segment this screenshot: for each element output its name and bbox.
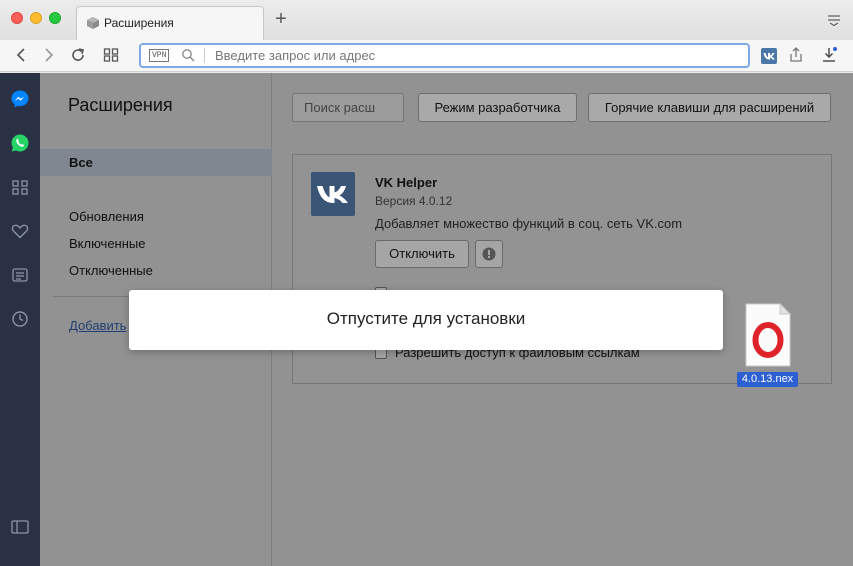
file-name-label: 4.0.13.nex [737, 372, 798, 387]
warning-icon [482, 247, 496, 261]
sidebar [0, 73, 40, 566]
vk-logo-icon [317, 186, 348, 204]
messenger-icon[interactable] [10, 89, 30, 109]
nav-item-enabled[interactable]: Включенные [69, 236, 146, 251]
share-icon[interactable] [787, 46, 805, 64]
tab-extensions[interactable]: Расширения [76, 6, 264, 40]
speed-dial-icon[interactable] [102, 46, 120, 64]
page-title: Расширения [68, 95, 173, 115]
tab-title: Расширения [104, 16, 174, 30]
nav-item-disabled[interactable]: Отключенные [69, 263, 153, 278]
cube-icon [87, 17, 99, 29]
drop-overlay-text: Отпустите для установки [326, 309, 526, 328]
reload-icon[interactable] [69, 46, 87, 64]
vk-logo [311, 172, 355, 216]
toolbar: VPN [0, 40, 853, 72]
dragged-file[interactable]: 4.0.13.nex [737, 302, 798, 387]
speed-dial-sidebar-icon[interactable] [10, 177, 30, 197]
title-bar: Расширения + [0, 0, 853, 40]
new-tab-button[interactable]: + [272, 8, 290, 30]
developer-mode-button[interactable]: Режим разработчика [418, 93, 577, 122]
nav-item-updates[interactable]: Обновления [69, 209, 144, 224]
extension-name: VK Helper [375, 175, 438, 190]
search-icon [182, 49, 195, 62]
add-extensions-link[interactable]: Добавить [69, 318, 126, 333]
bookmarks-heart-icon[interactable] [10, 221, 30, 241]
drop-to-install-overlay[interactable]: Отпустите для установки [129, 290, 723, 350]
minimize-window-button[interactable] [30, 12, 42, 24]
toggle-sidebar-icon[interactable] [10, 517, 30, 537]
vpn-badge[interactable]: VPN [149, 49, 170, 62]
opera-file-icon [745, 302, 792, 367]
hotkeys-button[interactable]: Горячие клавиши для расширений [588, 93, 831, 122]
extension-info-button[interactable] [475, 240, 503, 268]
forward-icon[interactable] [39, 46, 57, 64]
maximize-window-button[interactable] [49, 12, 61, 24]
extensions-search-input[interactable]: Поиск расш [292, 93, 404, 122]
address-separator [204, 48, 205, 63]
address-input[interactable] [213, 46, 743, 65]
news-icon[interactable] [10, 265, 30, 285]
disable-extension-button[interactable]: Отключить [375, 240, 469, 268]
extension-description: Добавляет множество функций в соц. сеть … [375, 216, 683, 231]
extension-version: Версия 4.0.12 [375, 194, 453, 208]
whatsapp-icon[interactable] [10, 133, 30, 153]
back-icon[interactable] [13, 46, 31, 64]
downloads-icon[interactable] [820, 46, 838, 64]
nav-item-all[interactable]: Все [69, 155, 93, 170]
tab-menu-icon[interactable] [827, 14, 841, 26]
address-bar[interactable]: VPN [139, 43, 750, 68]
vk-icon[interactable] [760, 47, 778, 65]
close-window-button[interactable] [11, 12, 23, 24]
history-clock-icon[interactable] [10, 309, 30, 329]
